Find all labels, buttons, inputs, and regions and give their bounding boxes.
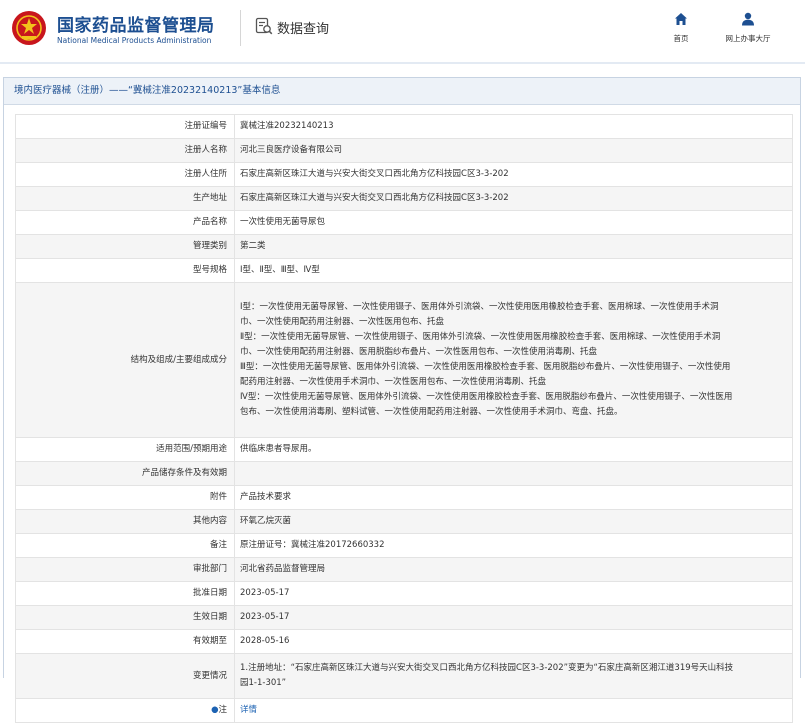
registration-detail-table: 注册证编号 冀械注准20232140213 注册人名称 河北三良医疗设备有限公司 注… <box>15 114 793 723</box>
site-header: 国家药品监督管理局 National Medical Products Admi… <box>0 0 805 62</box>
field-value: 一次性使用无菌导尿包 <box>234 210 793 235</box>
field-value: 环氧乙烷灭菌 <box>234 509 793 534</box>
field-label: 其他内容 <box>15 509 235 534</box>
field-value: 2028-05-16 <box>234 629 793 654</box>
field-label: 适用范围/预期用途 <box>15 437 235 462</box>
table-row: 审批部门 河北省药品监督管理局 <box>15 557 793 582</box>
field-value: 2023-05-17 <box>234 605 793 630</box>
table-row: 产品储存条件及有效期 <box>15 461 793 486</box>
field-value: 1.注册地址：“石家庄高新区珠江大道与兴安大街交叉口西北角方亿科技园C区3-3-… <box>234 653 793 699</box>
table-row: 适用范围/预期用途 供临床患者导尿用。 <box>15 437 793 462</box>
field-value: 产品技术要求 <box>234 485 793 510</box>
table-row: ●注 详情 <box>15 698 793 723</box>
home-icon <box>675 13 687 25</box>
field-label: 生产地址 <box>15 186 235 211</box>
field-value: 河北三良医疗设备有限公司 <box>234 138 793 163</box>
field-label: 变更情况 <box>15 653 235 699</box>
field-label: 生效日期 <box>15 605 235 630</box>
pin-icon: ● <box>211 705 219 715</box>
field-label: 批准日期 <box>15 581 235 606</box>
field-label: 有效期至 <box>15 629 235 654</box>
field-label: 注册证编号 <box>15 114 235 139</box>
nav-home-label: 首页 <box>673 34 689 43</box>
nav-online-service-hall-label: 网上办事大厅 <box>725 34 771 43</box>
table-row: 附件 产品技术要求 <box>15 485 793 510</box>
header-divider-line <box>0 62 805 64</box>
table-row: 结构及组成/主要组成成分 Ⅰ型：一次性使用无菌导尿管、一次性使用镊子、医用体外引流… <box>15 282 793 438</box>
table-row: 生产地址 石家庄高新区珠江大道与兴安大街交叉口西北角方亿科技园C区3-3-202 <box>15 186 793 211</box>
field-label: 审批部门 <box>15 557 235 582</box>
table-row: 备注 原注册证号：冀械注准20172660332 <box>15 533 793 558</box>
detail-panel: 境内医疗器械（注册）——“冀械注准20232140213”基本信息 注册证编号冀… <box>3 77 801 723</box>
national-emblem-icon <box>12 11 46 45</box>
field-label: 产品名称 <box>15 210 235 235</box>
table-row: 变更情况 1.注册地址：“石家庄高新区珠江大道与兴安大街交叉口西北角方亿科技园C区… <box>15 653 793 699</box>
field-value: 第二类 <box>234 234 793 259</box>
field-label: 产品储存条件及有效期 <box>15 461 235 486</box>
field-value: 河北省药品监督管理局 <box>234 557 793 582</box>
data-query-icon <box>255 17 273 35</box>
field-value: 石家庄高新区珠江大道与兴安大街交叉口西北角方亿科技园C区3-3-202 <box>234 162 793 187</box>
header-divider <box>240 10 241 46</box>
page-section-title: 数据查询 <box>277 22 330 37</box>
field-label: 注册人住所 <box>15 162 235 187</box>
table-row: 其他内容 环氧乙烷灭菌 <box>15 509 793 534</box>
field-label: 管理类别 <box>15 234 235 259</box>
field-value: Ⅰ型：一次性使用无菌导尿管、一次性使用镊子、医用体外引流袋、一次性使用医用橡胶检… <box>234 282 793 438</box>
note-label: 注 <box>218 705 227 715</box>
field-label: 型号规格 <box>15 258 235 283</box>
field-value <box>234 461 793 486</box>
nav-online-service-hall[interactable]: 网上办事大厅 <box>715 12 781 44</box>
table-row: 注册人住所 石家庄高新区珠江大道与兴安大街交叉口西北角方亿科技园C区3-3-202 <box>15 162 793 187</box>
table-row: 产品名称 一次性使用无菌导尿包 <box>15 210 793 235</box>
field-label: ●注 <box>15 698 235 723</box>
panel-title: 境内医疗器械（注册）——“冀械注准20232140213”基本信息 <box>4 78 800 105</box>
field-label: 附件 <box>15 485 235 510</box>
table-row: 管理类别 第二类 <box>15 234 793 259</box>
field-value: 详情 <box>234 698 793 723</box>
details-link[interactable]: 详情 <box>240 705 257 715</box>
table-row: 型号规格 Ⅰ型、Ⅱ型、Ⅲ型、Ⅳ型 <box>15 258 793 283</box>
user-icon <box>742 12 754 26</box>
field-label: 备注 <box>15 533 235 558</box>
nav-home[interactable]: 首页 <box>668 12 694 44</box>
field-value: 冀械注准20232140213 <box>234 114 793 139</box>
field-value: 石家庄高新区珠江大道与兴安大街交叉口西北角方亿科技园C区3-3-202 <box>234 186 793 211</box>
agency-name-en: National Medical Products Administration <box>57 36 212 45</box>
table-row: 注册人名称 河北三良医疗设备有限公司 <box>15 138 793 163</box>
agency-name-cn: 国家药品监督管理局 <box>57 16 215 36</box>
field-label: 注册人名称 <box>15 138 235 163</box>
table-row: 生效日期 2023-05-17 <box>15 605 793 630</box>
table-row: 批准日期 2023-05-17 <box>15 581 793 606</box>
field-value: Ⅰ型、Ⅱ型、Ⅲ型、Ⅳ型 <box>234 258 793 283</box>
field-value: 原注册证号：冀械注准20172660332 <box>234 533 793 558</box>
field-value: 供临床患者导尿用。 <box>234 437 793 462</box>
field-label: 结构及组成/主要组成成分 <box>15 282 235 438</box>
table-row: 注册证编号 冀械注准20232140213 <box>15 114 793 139</box>
field-value: 2023-05-17 <box>234 581 793 606</box>
table-row: 有效期至 2028-05-16 <box>15 629 793 654</box>
